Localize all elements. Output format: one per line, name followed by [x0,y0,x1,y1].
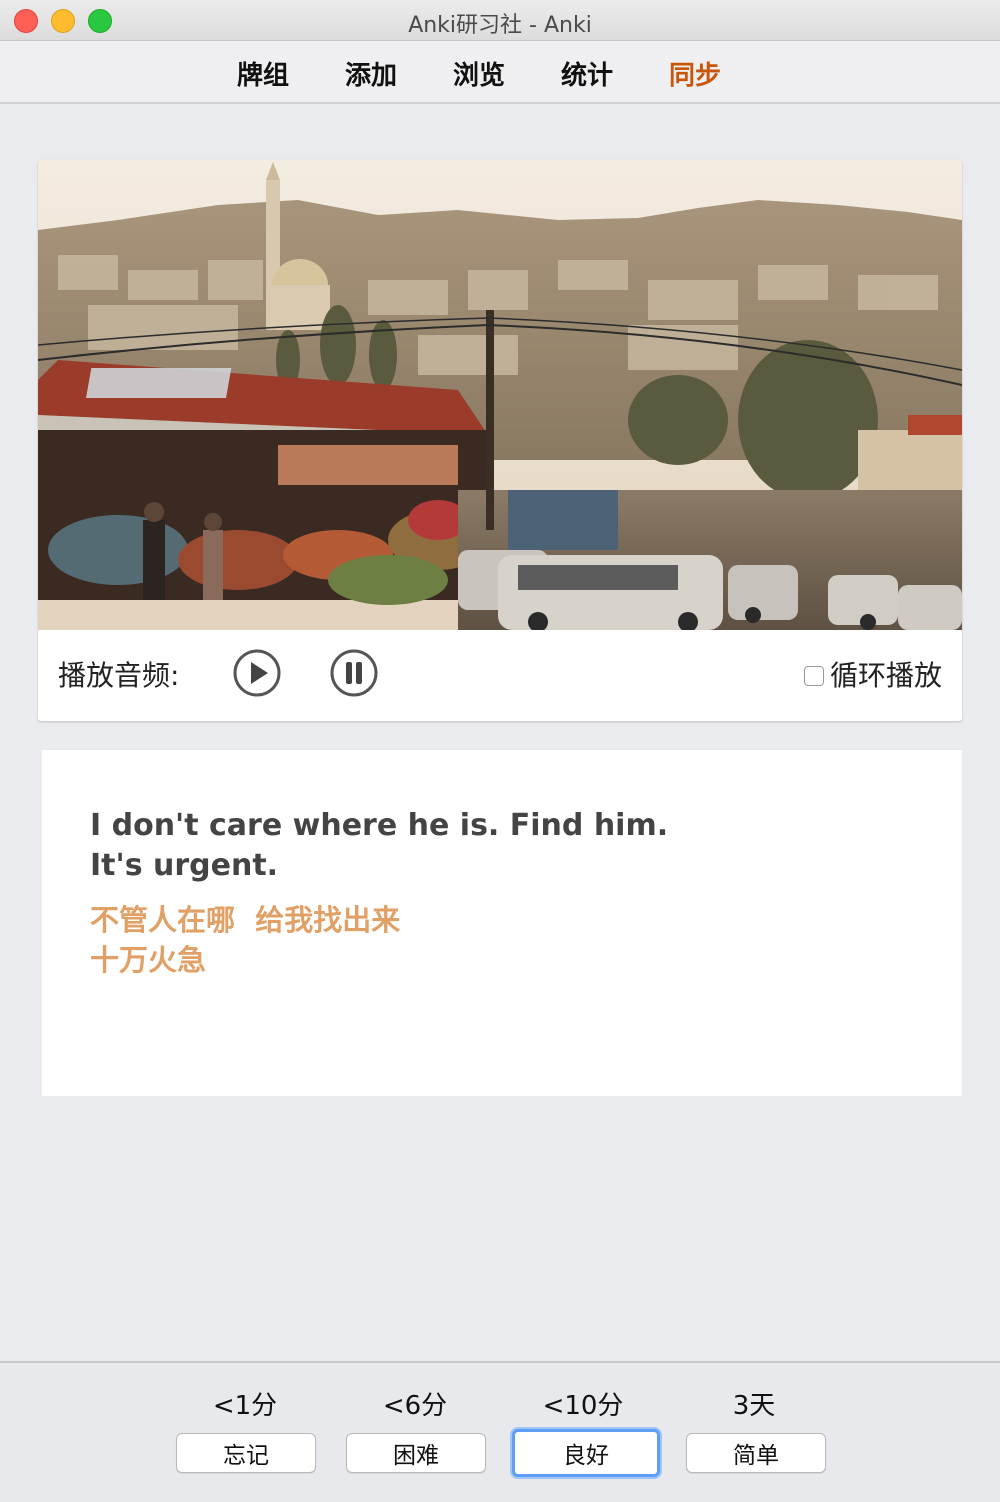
loop-playback-toggle[interactable]: 循环播放 [803,654,942,694]
card-text-panel: I don't care where he is. Find him. It's… [42,750,962,1096]
toolbar-browse[interactable]: 浏览 [453,55,505,92]
audio-controls: 播放音频: 循环播放 [38,630,962,721]
window-title: Anki研习社 - Anki [408,13,592,38]
toolbar-decks[interactable]: 牌组 [237,55,289,92]
good-button[interactable]: 良好 [512,1429,660,1477]
pause-audio-icon[interactable] [329,648,379,698]
toolbar-stats[interactable]: 统计 [561,55,613,92]
easy-button[interactable]: 简单 [686,1433,826,1473]
audio-label: 播放音频: [58,659,180,692]
main-toolbar: 牌组 添加 浏览 统计 同步 [0,41,1000,104]
interval-easy: 3天 [732,1391,776,1421]
chinese-translation: 不管人在哪 给我找出来 十万火急 [90,900,910,980]
again-button[interactable]: 忘记 [176,1433,316,1473]
answer-bar: <1分 <6分 <10分 3天 忘记 困难 良好 简单 [0,1361,1000,1502]
chinese-line-2: 十万火急 [90,943,207,977]
interval-hard: <6分 [382,1391,448,1421]
toolbar-add[interactable]: 添加 [345,55,397,92]
chinese-line-1: 不管人在哪 给我找出来 [90,903,401,937]
interval-good: <10分 [542,1391,624,1421]
interval-again: <1分 [212,1391,278,1421]
play-audio-icon[interactable] [232,648,282,698]
english-sentence: I don't care where he is. Find him. It's… [90,806,910,886]
loop-checkbox[interactable] [803,666,824,686]
english-line-1: I don't care where he is. Find him. [90,808,669,843]
title-bar: Anki研习社 - Anki [0,0,1000,41]
toolbar-sync[interactable]: 同步 [669,55,721,92]
hard-button[interactable]: 困难 [346,1433,486,1473]
english-line-2: It's urgent. [90,848,279,883]
card-image [38,160,962,630]
media-card: 播放音频: 循环播放 [38,160,962,721]
loop-label: 循环播放 [829,659,942,692]
